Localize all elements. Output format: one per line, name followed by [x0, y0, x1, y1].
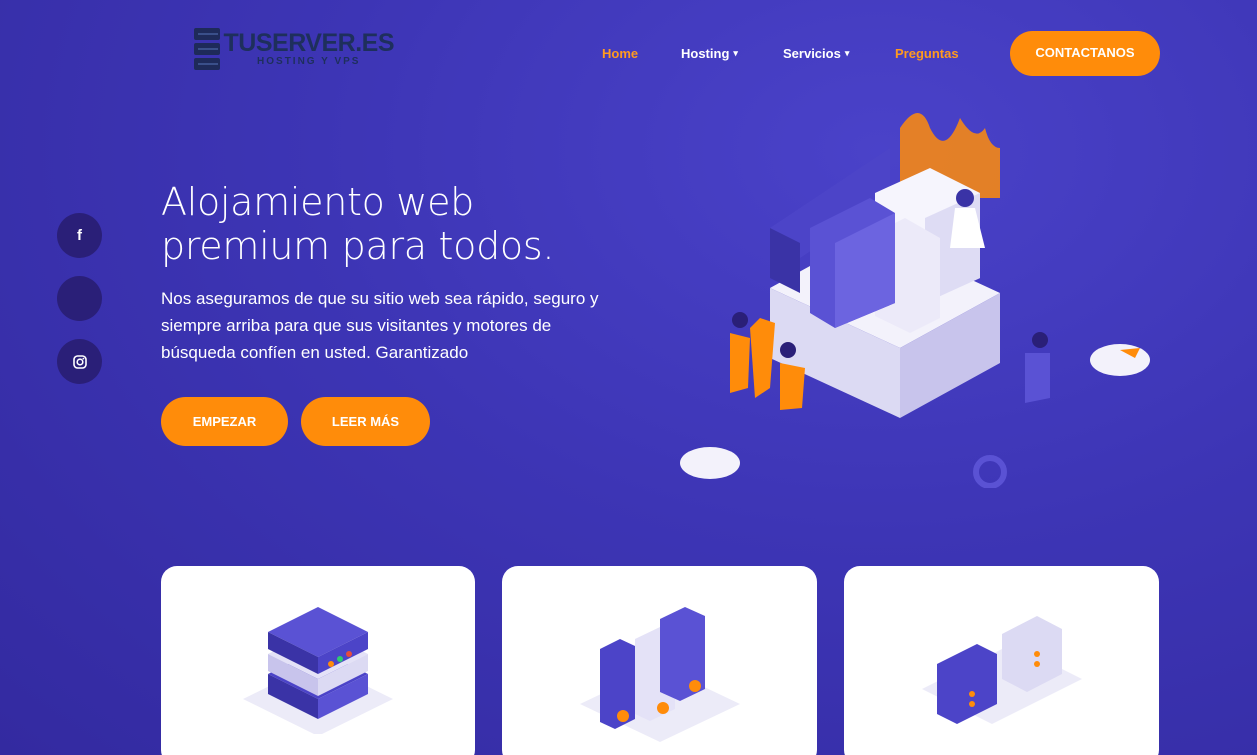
hero-description: Nos aseguramos de que su sitio web sea r… [161, 289, 599, 362]
server-logo-icon [194, 28, 220, 70]
feature-card-2[interactable] [502, 566, 817, 755]
instagram-icon[interactable] [57, 339, 102, 384]
instagram-glyph-icon [72, 354, 87, 369]
feature-card-3[interactable] [844, 566, 1159, 755]
site-logo[interactable]: TUSERVER.ES HOSTING Y VPS [194, 28, 395, 70]
nav-hosting[interactable]: Hosting ▾ [681, 46, 738, 61]
start-button[interactable]: EMPEZAR [161, 397, 288, 446]
nav-preguntas[interactable]: Preguntas [895, 46, 959, 61]
nav-servicios[interactable]: Servicios ▾ [783, 46, 849, 61]
logo-tagline: HOSTING Y VPS [257, 56, 361, 67]
nav-home[interactable]: Home [602, 46, 638, 61]
social-icon[interactable] [57, 276, 102, 321]
contact-button[interactable]: CONTACTANOS [1010, 31, 1160, 76]
chevron-down-icon: ▾ [733, 48, 738, 58]
hero-title-line-2: premium para todos. [161, 224, 555, 268]
hero-title-line-1: Alojamiento web [161, 180, 474, 224]
feature-card-1[interactable] [161, 566, 475, 755]
chevron-down-icon: ▾ [844, 48, 850, 58]
read-more-button[interactable]: LEER MÁS [301, 397, 430, 446]
server-cluster-icon [921, 616, 1082, 724]
server-racks-icon [579, 607, 740, 742]
hero-title: Alojamiento web premium para todos. [161, 180, 641, 268]
hero-isometric-illustration [680, 88, 1150, 488]
nav-servicios-label: Servicios [783, 46, 841, 61]
nav-hosting-label: Hosting [681, 46, 730, 61]
logo-name: TUSERVER.ES [223, 29, 395, 57]
facebook-icon[interactable]: f [57, 213, 102, 258]
server-stack-icon [243, 607, 393, 734]
